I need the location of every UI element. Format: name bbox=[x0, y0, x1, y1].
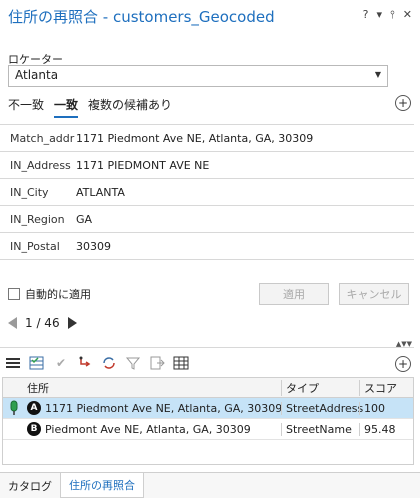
next-record-icon[interactable] bbox=[67, 317, 77, 329]
add-candidate-icon[interactable]: + bbox=[395, 95, 411, 111]
table-row[interactable]: B Piedmont Ave NE, Atlanta, GA, 30309 St… bbox=[3, 419, 413, 440]
attribute-table: Match_addr 1171 Piedmont Ave NE, Atlanta… bbox=[0, 124, 414, 260]
divider bbox=[0, 347, 414, 348]
attribute-key: IN_Region bbox=[10, 212, 65, 226]
locator-value: Atlanta bbox=[15, 68, 59, 82]
chevron-down-icon: ▼ bbox=[374, 70, 381, 79]
match-status-tabs: 不一致 一致 複数の候補あり bbox=[8, 96, 172, 118]
bottom-pane-tabs: カタログ 住所の再照合 bbox=[0, 472, 420, 498]
auto-apply-label: 自動的に適用 bbox=[25, 288, 91, 301]
attribute-value[interactable]: 1171 PIEDMONT AVE NE bbox=[76, 159, 414, 172]
grid-header: 住所 タイプ スコア bbox=[3, 378, 413, 398]
attribute-value[interactable]: 30309 bbox=[76, 240, 414, 253]
checkbox-box[interactable] bbox=[8, 288, 20, 300]
candidates-toolbar: ✔ bbox=[4, 352, 190, 374]
table-view-icon[interactable] bbox=[172, 354, 190, 372]
cancel-button[interactable]: キャンセル bbox=[339, 283, 409, 305]
window-controls: ? ▾ ⫯ ✕ bbox=[363, 8, 412, 22]
filter-icon[interactable] bbox=[124, 354, 142, 372]
tab-matched[interactable]: 一致 bbox=[54, 96, 79, 118]
tab-unmatched[interactable]: 不一致 bbox=[8, 96, 44, 118]
attribute-key: IN_Address bbox=[10, 158, 71, 172]
add-candidate-icon[interactable]: + bbox=[395, 356, 411, 372]
attribute-row: IN_Region GA bbox=[0, 206, 414, 233]
refresh-icon[interactable] bbox=[100, 354, 118, 372]
record-pager: 1 / 46 bbox=[8, 316, 77, 330]
attribute-value[interactable]: 1171 Piedmont Ave NE, Atlanta, GA, 30309 bbox=[76, 132, 414, 145]
previous-record-icon[interactable] bbox=[8, 317, 17, 329]
tab-tied[interactable]: 複数の候補あり bbox=[88, 96, 172, 118]
export-icon[interactable] bbox=[148, 354, 166, 372]
map-pin-icon bbox=[3, 400, 25, 416]
candidates-grid: 住所 タイプ スコア A 1171 Piedmont Ave NE, Atlan… bbox=[2, 377, 414, 465]
attribute-key: Match_addr bbox=[10, 131, 75, 145]
grid-empty-area bbox=[3, 440, 413, 464]
locator-select[interactable]: Atlanta ▼ bbox=[8, 65, 388, 87]
candidate-badge: A bbox=[27, 401, 41, 415]
candidate-address-cell: A 1171 Piedmont Ave NE, Atlanta, GA, 303… bbox=[25, 401, 281, 415]
pin-pane-icon[interactable]: ⫯ bbox=[390, 8, 395, 22]
candidate-score: 100 bbox=[359, 401, 405, 415]
candidate-address-cell: B Piedmont Ave NE, Atlanta, GA, 30309 bbox=[25, 422, 281, 436]
help-icon[interactable]: ? bbox=[363, 8, 369, 22]
column-header-score[interactable]: スコア bbox=[359, 379, 405, 396]
candidate-score: 95.48 bbox=[359, 422, 405, 436]
column-header-type[interactable]: タイプ bbox=[281, 379, 359, 396]
candidate-type: StreetName bbox=[281, 422, 359, 436]
column-header-address[interactable]: 住所 bbox=[25, 380, 281, 396]
attribute-row: IN_Address 1171 PIEDMONT AVE NE bbox=[0, 152, 414, 179]
candidate-address: 1171 Piedmont Ave NE, Atlanta, GA, 30309 bbox=[45, 401, 281, 415]
pager-text: 1 / 46 bbox=[25, 316, 60, 330]
attribute-key: IN_City bbox=[10, 185, 49, 199]
candidate-type: StreetAddress bbox=[281, 401, 363, 415]
attribute-value[interactable]: GA bbox=[76, 213, 414, 226]
rematch-icon[interactable] bbox=[76, 354, 94, 372]
candidate-address: Piedmont Ave NE, Atlanta, GA, 30309 bbox=[45, 422, 251, 436]
window-title: 住所の再照合 - customers_Geocoded bbox=[8, 8, 275, 26]
check-icon[interactable]: ✔ bbox=[52, 354, 70, 372]
attribute-value[interactable]: ATLANTA bbox=[76, 186, 414, 199]
close-icon[interactable]: ✕ bbox=[403, 8, 412, 22]
table-select-icon[interactable] bbox=[28, 354, 46, 372]
candidate-badge: B bbox=[27, 422, 41, 436]
table-row[interactable]: A 1171 Piedmont Ave NE, Atlanta, GA, 303… bbox=[3, 398, 413, 419]
attribute-key: IN_Postal bbox=[10, 239, 60, 253]
tab-catalog[interactable]: カタログ bbox=[0, 474, 60, 498]
attribute-row: Match_addr 1171 Piedmont Ave NE, Atlanta… bbox=[0, 125, 414, 152]
auto-apply-checkbox[interactable]: 自動的に適用 bbox=[8, 286, 91, 302]
menu-icon[interactable] bbox=[4, 354, 22, 372]
tab-rematch-addresses[interactable]: 住所の再照合 bbox=[60, 473, 144, 498]
attribute-row: IN_Postal 30309 bbox=[0, 233, 414, 260]
attribute-row: IN_City ATLANTA bbox=[0, 179, 414, 206]
apply-button[interactable]: 適用 bbox=[259, 283, 329, 305]
options-menu-icon[interactable]: ▾ bbox=[376, 8, 382, 22]
